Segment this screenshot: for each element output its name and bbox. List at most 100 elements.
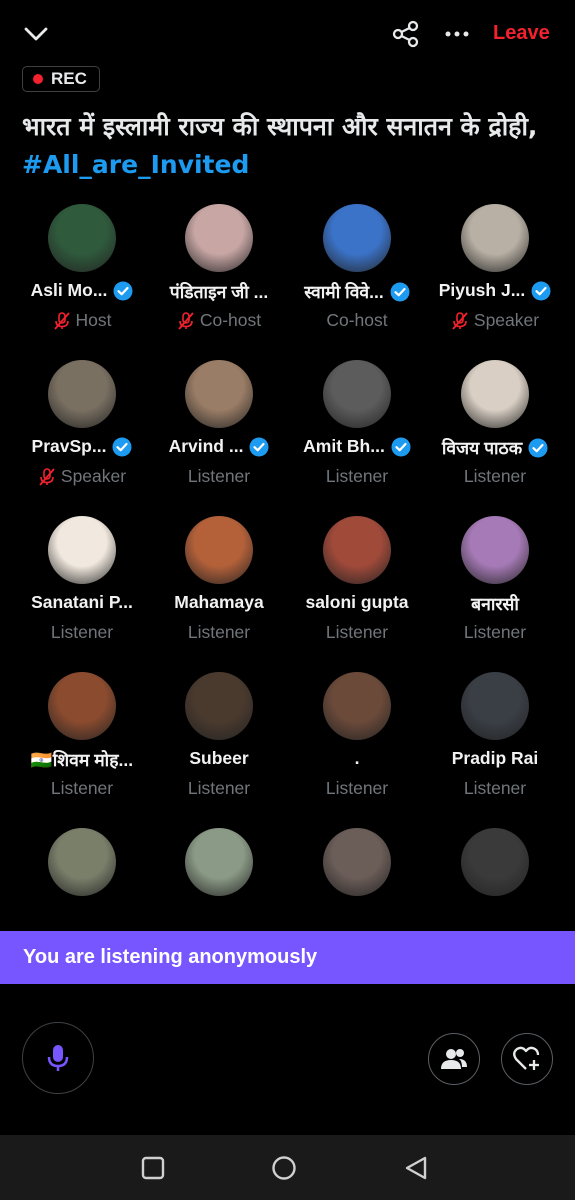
participant-role: Co-host — [199, 310, 262, 330]
participant-role-row: Listener — [426, 778, 564, 799]
people-button[interactable] — [428, 1033, 480, 1085]
verified-badge-icon — [531, 281, 551, 300]
participant-role-row: Co-host — [288, 310, 426, 331]
participant-name: Sanatani P... — [31, 592, 133, 612]
participant-name-row: Arvind ... — [150, 436, 288, 457]
avatar — [185, 204, 253, 272]
system-nav-bar — [0, 1135, 575, 1200]
participant-card[interactable]: Subeer Listener — [150, 668, 288, 818]
avatar — [461, 204, 529, 272]
rec-label: REC — [51, 69, 87, 88]
avatar — [323, 204, 391, 272]
participant-role: Listener — [463, 466, 527, 486]
participant-name: Subeer — [189, 748, 249, 768]
leave-button[interactable]: Leave — [493, 20, 550, 46]
participant-name-row: PravSp... — [13, 436, 151, 457]
participant-name: Pradip Rai — [451, 748, 539, 768]
participant-name-row: Amit Bh... — [288, 436, 426, 457]
participant-role: Speaker — [473, 310, 540, 330]
participant-role-row: Listener — [13, 778, 151, 799]
nav-recents-icon[interactable] — [140, 1155, 166, 1181]
heart-plus-icon — [513, 1046, 540, 1070]
participant-card[interactable] — [13, 824, 151, 910]
participant-role-row: Host — [13, 310, 151, 331]
participant-name-row: विजय पाठक — [426, 436, 564, 460]
participant-role-row: Speaker — [426, 310, 564, 331]
participant-card[interactable]: बनारसी Listener — [426, 512, 564, 662]
avatar — [461, 828, 529, 896]
participant-role: Listener — [187, 622, 251, 642]
participant-card[interactable]: PravSp... Speaker — [13, 356, 151, 506]
participant-name-row: बनारसी — [426, 592, 564, 616]
participant-role-row: Listener — [288, 466, 426, 487]
participant-card[interactable]: Arvind ... Listener — [150, 356, 288, 506]
verified-badge-icon — [390, 282, 410, 302]
participant-role: Listener — [50, 622, 114, 642]
record-dot-icon — [33, 74, 43, 84]
nav-back-icon[interactable] — [403, 1155, 429, 1181]
participant-role-row: Listener — [426, 466, 564, 487]
participant-role-row: Listener — [426, 622, 564, 643]
participant-card[interactable] — [288, 824, 426, 910]
participant-name-row: पंडिताइन जी ... — [150, 280, 288, 304]
participant-name: 🇮🇳शिवम मोह... — [30, 750, 134, 770]
participant-name-row: Piyush J... — [426, 280, 564, 301]
avatar — [461, 516, 529, 584]
participant-name: saloni gupta — [305, 592, 409, 612]
participant-card[interactable]: Sanatani P... Listener — [13, 512, 151, 662]
participant-card[interactable]: पंडिताइन जी ... Co-host — [150, 200, 288, 350]
participant-role: Listener — [187, 466, 251, 486]
participant-name: Asli Mo... — [30, 280, 108, 300]
avatar — [185, 672, 253, 740]
participant-role-row: Speaker — [13, 466, 151, 487]
verified-badge-icon — [113, 281, 133, 300]
share-icon[interactable] — [392, 20, 420, 48]
react-button[interactable] — [501, 1033, 553, 1085]
more-icon[interactable] — [443, 20, 471, 48]
avatar — [185, 360, 253, 428]
participant-role: Listener — [325, 466, 389, 486]
participant-card[interactable] — [426, 824, 564, 910]
participant-role: Listener — [463, 622, 527, 642]
participant-card[interactable]: saloni gupta Listener — [288, 512, 426, 662]
participant-card[interactable]: स्वामी विवे... Co-host — [288, 200, 426, 350]
participant-name: Mahamaya — [174, 592, 264, 612]
participant-name-row: Pradip Rai — [426, 748, 564, 769]
participant-name-row: . — [288, 748, 426, 769]
participant-name: PravSp... — [31, 436, 107, 456]
avatar — [461, 360, 529, 428]
participant-name-row: Subeer — [150, 748, 288, 769]
participant-name: पंडिताइन जी ... — [169, 282, 269, 302]
mic-button[interactable] — [22, 1022, 94, 1094]
nav-home-icon[interactable] — [271, 1155, 297, 1181]
participant-card[interactable]: Pradip Rai Listener — [426, 668, 564, 818]
participant-card[interactable]: 🇮🇳शिवम मोह... Listener — [13, 668, 151, 818]
participant-name: विजय पाठक — [441, 438, 523, 458]
avatar — [323, 360, 391, 428]
participant-role: Listener — [50, 778, 114, 798]
participant-card[interactable] — [150, 824, 288, 910]
participant-name: Arvind ... — [168, 436, 244, 456]
mic-muted-icon — [452, 311, 468, 330]
participant-card[interactable]: Amit Bh... Listener — [288, 356, 426, 506]
participant-card[interactable]: . Listener — [288, 668, 426, 818]
participant-card[interactable]: Piyush J... Speaker — [426, 200, 564, 350]
participant-name-row: 🇮🇳शिवम मोह... — [13, 748, 151, 772]
participant-name: बनारसी — [471, 594, 519, 614]
participant-role: Co-host — [326, 310, 388, 330]
participant-name-row: स्वामी विवे... — [288, 280, 426, 304]
participant-card[interactable]: विजय पाठक Listener — [426, 356, 564, 506]
participant-card[interactable]: Mahamaya Listener — [150, 512, 288, 662]
participant-name: . — [354, 748, 360, 768]
mic-muted-icon — [39, 467, 55, 486]
participant-name: Piyush J... — [438, 280, 526, 300]
avatar — [461, 672, 529, 740]
participant-card[interactable]: Asli Mo... Host — [13, 200, 151, 350]
space-title-hashtag[interactable]: #All_are_Invited — [22, 150, 249, 179]
avatar — [185, 828, 253, 896]
verified-badge-icon — [112, 437, 132, 456]
participant-name: स्वामी विवे... — [304, 282, 384, 302]
chevron-down-icon[interactable] — [22, 20, 50, 48]
avatar — [323, 516, 391, 584]
avatar — [185, 516, 253, 584]
